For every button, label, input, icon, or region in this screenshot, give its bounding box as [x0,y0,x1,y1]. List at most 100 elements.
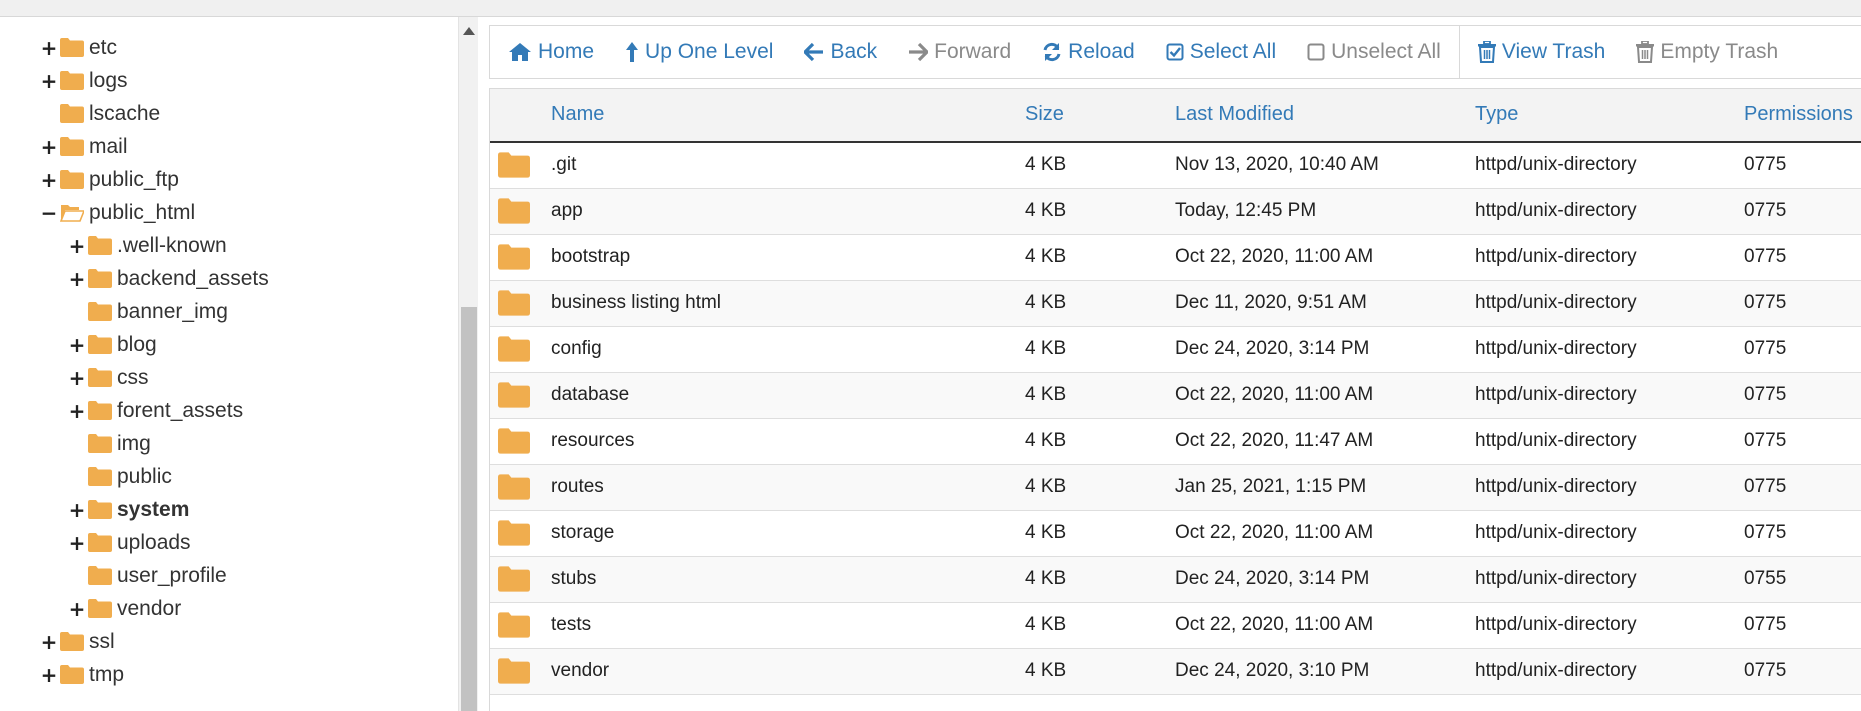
tree-item-label[interactable]: banner_img [117,300,228,324]
tree-item[interactable]: img [68,427,151,460]
view-trash-label: View Trash [1501,40,1606,63]
cell-type: httpd/unix-directory [1475,476,1637,497]
home-button[interactable]: Home [508,40,594,64]
tree-item[interactable]: + system [68,493,190,526]
arrow-left-icon [804,42,830,62]
up-one-level-button[interactable]: Up One Level [625,40,773,64]
folder-icon [498,428,530,454]
table-row[interactable]: routes 4 KB Jan 25, 2021, 1:15 PM httpd/uni… [490,465,1861,511]
tree-item-label[interactable]: etc [89,36,117,60]
tree-item-label[interactable]: forent_assets [117,399,243,423]
tree-item[interactable]: + forent_assets [68,394,243,427]
cell-size: 4 KB [1025,154,1067,175]
table-row[interactable]: bootstrap 4 KB Oct 22, 2020, 11:00 AM httpd… [490,235,1861,281]
tree-item[interactable]: public [68,460,172,493]
expand-icon[interactable]: + [40,168,58,192]
scroll-up-arrow-icon[interactable] [463,27,475,35]
unselect-all-button[interactable]: Unselect All [1307,40,1441,64]
tree-item[interactable]: + etc [40,31,117,64]
table-row[interactable]: storage 4 KB Oct 22, 2020, 11:00 AM httpd/u… [490,511,1861,557]
tree-item[interactable]: + vendor [68,592,182,625]
tree-item[interactable]: + css [68,361,149,394]
tree-item-label[interactable]: backend_assets [117,267,269,291]
back-button[interactable]: Back [804,40,877,64]
expand-icon[interactable]: + [40,630,58,654]
tree-item[interactable]: banner_img [68,295,228,328]
tree-item-label[interactable]: logs [89,69,128,93]
table-row[interactable]: database 4 KB Oct 22, 2020, 11:00 AM httpd/… [490,373,1861,419]
tree-item[interactable]: + logs [40,64,128,97]
tree-item-label[interactable]: public_ftp [89,168,179,192]
table-row[interactable]: resources 4 KB Oct 22, 2020, 11:47 AM httpd… [490,419,1861,465]
table-row[interactable]: .git 4 KB Nov 13, 2020, 10:40 AM httpd/unix… [490,143,1861,189]
forward-button[interactable]: Forward [908,40,1011,64]
refresh-icon [1042,42,1068,62]
table-row[interactable]: config 4 KB Dec 24, 2020, 3:14 PM httpd/uni… [490,327,1861,373]
tree-item[interactable]: user_profile [68,559,227,592]
table-row[interactable]: stubs 4 KB Dec 24, 2020, 3:14 PM httpd/unix… [490,557,1861,603]
table-row[interactable]: tests 4 KB Oct 22, 2020, 11:00 AM httpd/uni… [490,603,1861,649]
expand-icon[interactable]: + [68,366,86,390]
column-header-last-modified[interactable]: Last Modified [1175,103,1294,126]
expand-icon[interactable]: + [40,135,58,159]
tree-item-label[interactable]: uploads [117,531,191,555]
tree-item[interactable]: − public_html [40,196,196,229]
expand-icon[interactable]: + [40,69,58,93]
folder-icon [88,500,112,519]
tree-item-label[interactable]: blog [117,333,157,357]
tree-item[interactable]: + .well-known [68,229,227,262]
expand-icon[interactable]: + [68,234,86,258]
tree-item[interactable]: + uploads [68,526,191,559]
tree-item[interactable]: + ssl [40,625,115,658]
expand-icon[interactable]: + [68,267,86,291]
table-row[interactable]: business listing html 4 KB Dec 11, 2020, 9… [490,281,1861,327]
tree-item[interactable]: lscache [40,97,160,130]
column-header-permissions[interactable]: Permissions [1744,103,1853,126]
view-trash-button[interactable]: View Trash [1477,40,1606,64]
tree-item[interactable]: + tmp [40,658,124,691]
tree-item-label[interactable]: tmp [89,663,124,687]
expand-icon[interactable]: + [68,498,86,522]
scrollbar-thumb[interactable] [461,307,477,711]
empty-trash-button[interactable]: Empty Trash [1636,40,1778,64]
cell-name: vendor [551,660,610,681]
column-header-name[interactable]: Name [551,103,604,126]
file-table: Name Size Last Modified Type Permissions… [489,88,1861,711]
tree-item-label[interactable]: ssl [89,630,115,654]
select-all-label: Select All [1189,40,1277,63]
tree-item-label[interactable]: mail [89,135,128,159]
tree-item-label[interactable]: public [117,465,172,489]
column-header-size[interactable]: Size [1025,103,1064,126]
sidebar-scrollbar[interactable] [458,17,478,711]
collapse-icon[interactable]: − [40,201,58,225]
tree-item[interactable]: + mail [40,130,128,163]
expand-icon[interactable]: + [68,531,86,555]
table-row[interactable]: vendor 4 KB Dec 24, 2020, 3:10 PM httpd/uni… [490,649,1861,695]
tree-item-label[interactable]: system [117,498,189,522]
select-all-button[interactable]: Select All [1166,40,1276,64]
folder-icon [88,269,112,288]
table-row[interactable]: app 4 KB Today, 12:45 PM httpd/unix-directo… [490,189,1861,235]
tree-item[interactable]: + backend_assets [68,262,269,295]
tree-item-label[interactable]: vendor [117,597,181,621]
cell-type: httpd/unix-directory [1475,200,1637,221]
expand-icon[interactable]: + [68,399,86,423]
cell-modified: Oct 22, 2020, 11:47 AM [1175,430,1374,451]
expand-icon[interactable]: + [68,333,86,357]
tree-item[interactable]: + blog [68,328,157,361]
tree-item-label[interactable]: user_profile [117,564,227,588]
expand-icon[interactable]: + [68,597,86,621]
reload-button[interactable]: Reload [1042,40,1135,64]
tree-item-label[interactable]: public_html [89,201,195,225]
expand-icon[interactable]: + [40,36,58,60]
cell-name: storage [551,522,615,543]
tree-item[interactable]: + public_ftp [40,163,179,196]
expand-icon[interactable]: + [40,663,58,687]
tree-item-label[interactable]: .well-known [117,234,227,258]
tree-item-label[interactable]: lscache [89,102,160,126]
folder-icon [88,566,112,585]
tree-item-label[interactable]: img [117,432,151,456]
tree-item-label[interactable]: css [117,366,149,390]
column-header-type[interactable]: Type [1475,103,1518,126]
folder-icon [498,244,530,270]
